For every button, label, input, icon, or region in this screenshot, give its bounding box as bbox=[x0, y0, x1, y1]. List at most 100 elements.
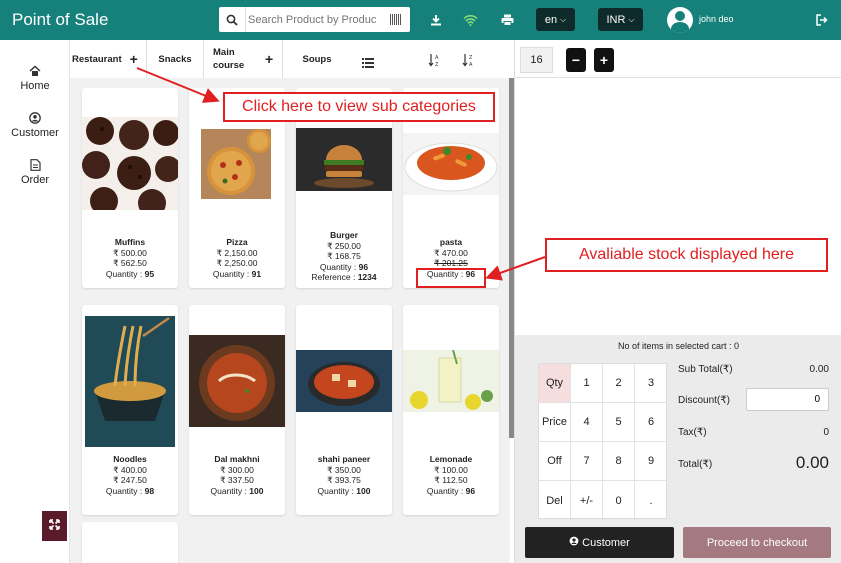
product-sale-price: ₹ 168.75 bbox=[327, 251, 361, 261]
category-soups[interactable]: Soups bbox=[283, 40, 351, 78]
product-sale-price: ₹ 112.50 bbox=[434, 475, 468, 485]
product-price: ₹ 470.00 bbox=[434, 247, 468, 258]
sort-alpha-desc-icon[interactable]: ZA bbox=[462, 53, 474, 68]
key-6[interactable]: 6 bbox=[635, 403, 667, 442]
file-icon bbox=[29, 159, 41, 171]
category-restaurant[interactable]: Restaurant + bbox=[72, 40, 147, 78]
product-name: Pizza bbox=[226, 237, 248, 247]
numeric-keypad: Qty 1 2 3 Price 4 5 6 Off 7 8 9 Del +/- … bbox=[538, 363, 667, 520]
currency-dropdown[interactable]: INR ⌵ bbox=[598, 8, 643, 31]
key-off[interactable]: Off bbox=[539, 442, 571, 481]
product-image-shahi-paneer bbox=[296, 350, 392, 412]
home-icon bbox=[29, 65, 41, 77]
product-card[interactable] bbox=[82, 522, 178, 563]
sidebar: Home Customer Order bbox=[0, 40, 70, 563]
language-dropdown[interactable]: en ⌵ bbox=[536, 8, 575, 31]
app-title: Point of Sale bbox=[12, 10, 109, 29]
product-price: ₹ 500.00 bbox=[113, 247, 147, 258]
product-card-muffins[interactable]: Muffins ₹ 500.00 ₹ 562.50 Quantity : 95 bbox=[82, 88, 178, 288]
plus-icon[interactable]: + bbox=[130, 51, 138, 67]
customer-button-label: Customer bbox=[582, 536, 630, 549]
key-1[interactable]: 1 bbox=[571, 364, 603, 403]
product-info: shahi paneer ₹ 350.00 ₹ 393.75 Quantity … bbox=[296, 454, 392, 496]
cart-toolbar: 16 − + bbox=[515, 40, 841, 78]
product-grid: Muffins ₹ 500.00 ₹ 562.50 Quantity : 95 … bbox=[70, 78, 510, 563]
product-name: pasta bbox=[439, 237, 463, 247]
product-quantity: Quantity : 96 bbox=[319, 261, 369, 272]
search-box[interactable] bbox=[219, 7, 410, 32]
key-8[interactable]: 8 bbox=[603, 442, 635, 481]
product-image-burger bbox=[296, 128, 392, 191]
key-9[interactable]: 9 bbox=[635, 442, 667, 481]
fullscreen-button[interactable] bbox=[42, 511, 67, 541]
table-number[interactable]: 16 bbox=[520, 47, 553, 73]
cart-panel: 16 − + No of items in selected cart : 0 … bbox=[514, 40, 841, 563]
expand-icon bbox=[49, 517, 60, 535]
product-price: ₹ 350.00 bbox=[327, 464, 361, 475]
customer-button[interactable]: Customer bbox=[525, 527, 674, 558]
total-label: Total(₹) bbox=[678, 459, 713, 470]
search-input[interactable] bbox=[246, 13, 376, 26]
key-0[interactable]: 0 bbox=[603, 481, 635, 520]
category-snacks[interactable]: Snacks bbox=[147, 40, 204, 78]
product-image-dal-makhni bbox=[189, 335, 285, 427]
product-price: ₹ 400.00 bbox=[113, 464, 147, 475]
key-4[interactable]: 4 bbox=[571, 403, 603, 442]
sidebar-item-order[interactable]: Order bbox=[0, 159, 70, 186]
product-card-lemonade[interactable]: Lemonade ₹ 100.00 ₹ 112.50 Quantity : 96 bbox=[403, 305, 499, 515]
product-image-pasta bbox=[403, 133, 499, 195]
wifi-icon[interactable] bbox=[462, 12, 478, 28]
user-name[interactable]: john deo bbox=[699, 14, 734, 24]
category-main-course[interactable]: Main course + bbox=[204, 40, 283, 78]
total-value: 0.00 bbox=[795, 453, 829, 472]
avatar[interactable] bbox=[667, 7, 693, 33]
key-qty[interactable]: Qty bbox=[539, 364, 571, 403]
product-sale-price: ₹ 247.50 bbox=[113, 475, 147, 485]
plus-icon[interactable]: + bbox=[265, 51, 273, 67]
product-image-pizza bbox=[201, 129, 271, 199]
product-card-dal-makhni[interactable]: Dal makhni ₹ 300.00 ₹ 337.50 Quantity : … bbox=[189, 305, 285, 515]
chevron-down-icon: ⌵ bbox=[560, 14, 567, 24]
product-card-shahi-paneer[interactable]: shahi paneer ₹ 350.00 ₹ 393.75 Quantity … bbox=[296, 305, 392, 515]
decrease-button[interactable]: − bbox=[566, 48, 586, 72]
checkout-button[interactable]: Proceed to checkout bbox=[683, 527, 831, 558]
list-icon[interactable] bbox=[362, 55, 374, 69]
download-icon[interactable] bbox=[428, 12, 444, 28]
key-del[interactable]: Del bbox=[539, 481, 571, 520]
product-price: ₹ 100.00 bbox=[434, 464, 468, 475]
tax-label: Tax(₹) bbox=[678, 427, 707, 438]
sidebar-item-label: Order bbox=[20, 174, 50, 186]
sort-alpha-asc-icon[interactable]: AZ bbox=[428, 53, 440, 68]
product-card-noodles[interactable]: Noodles ₹ 400.00 ₹ 247.50 Quantity : 98 bbox=[82, 305, 178, 515]
sidebar-item-customer[interactable]: Customer bbox=[0, 112, 70, 139]
key-2[interactable]: 2 bbox=[603, 364, 635, 403]
product-name: Muffins bbox=[114, 237, 146, 247]
key-decimal[interactable]: . bbox=[635, 481, 667, 520]
increase-button[interactable]: + bbox=[594, 48, 614, 72]
svg-text:A: A bbox=[435, 55, 439, 61]
product-quantity: Quantity : 91 bbox=[212, 268, 262, 279]
category-label: Snacks bbox=[158, 53, 192, 65]
key-3[interactable]: 3 bbox=[635, 364, 667, 403]
product-sale-price: ₹ 393.75 bbox=[327, 475, 361, 485]
logout-icon[interactable] bbox=[816, 13, 828, 26]
key-plus-minus[interactable]: +/- bbox=[571, 481, 603, 520]
product-sale-price: ₹ 337.50 bbox=[220, 475, 254, 485]
annotation-quantity-highlight bbox=[416, 268, 486, 288]
product-name: shahi paneer bbox=[317, 454, 371, 464]
discount-input[interactable] bbox=[746, 388, 829, 411]
product-image-muffins bbox=[82, 117, 178, 210]
product-quantity: Quantity : 100 bbox=[210, 485, 264, 496]
sidebar-item-home[interactable]: Home bbox=[0, 65, 70, 92]
key-7[interactable]: 7 bbox=[571, 442, 603, 481]
key-price[interactable]: Price bbox=[539, 403, 571, 442]
print-icon[interactable] bbox=[499, 12, 515, 28]
product-image-lemonade bbox=[403, 350, 499, 412]
product-quantity: Quantity : 96 bbox=[426, 485, 476, 496]
product-info: Muffins ₹ 500.00 ₹ 562.50 Quantity : 95 bbox=[82, 237, 178, 279]
search-icon[interactable] bbox=[219, 7, 246, 32]
key-5[interactable]: 5 bbox=[603, 403, 635, 442]
category-label: Restaurant bbox=[72, 53, 122, 65]
barcode-icon[interactable] bbox=[390, 14, 402, 25]
product-name: Lemonade bbox=[429, 454, 473, 464]
